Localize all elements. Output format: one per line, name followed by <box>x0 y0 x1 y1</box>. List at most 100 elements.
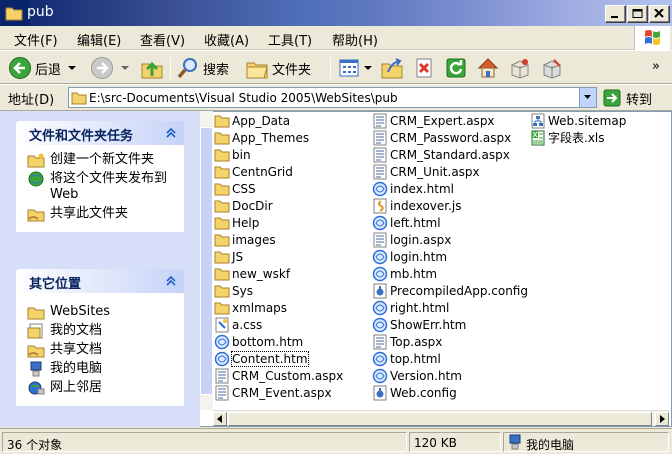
toolbar-separator <box>330 57 331 79</box>
file-item[interactable]: App_Themes <box>214 129 309 146</box>
task-new-folder[interactable]: 创建一个新文件夹 <box>27 152 177 168</box>
file-item[interactable]: CRM_Expert.aspx <box>372 112 495 129</box>
file-item[interactable]: Version.htm <box>372 367 462 384</box>
scroll-left-button[interactable] <box>213 412 227 426</box>
folders-button[interactable]: 文件夹 <box>245 55 311 81</box>
collapse-chevron-icon[interactable] <box>164 274 178 288</box>
move-to-button[interactable] <box>380 55 404 81</box>
address-input[interactable]: E:\src-Documents\Visual Studio 2005\WebS… <box>68 87 597 108</box>
folder-icon <box>214 249 230 265</box>
file-item[interactable]: bin <box>214 146 251 163</box>
place-websites[interactable]: WebSites <box>27 304 177 320</box>
search-button[interactable]: 搜索 <box>176 55 229 81</box>
aspx-file-icon <box>372 113 388 129</box>
file-item[interactable]: indexover.js <box>372 197 462 214</box>
file-name: CSS <box>232 181 256 196</box>
file-item[interactable]: Content.htm <box>214 350 309 367</box>
delete-icon <box>416 58 432 78</box>
place-my-computer[interactable]: 我的电脑 <box>27 361 177 377</box>
file-item[interactable]: CRM_Custom.aspx <box>214 367 343 384</box>
htm-file-icon <box>372 181 388 197</box>
file-item[interactable]: CRM_Password.aspx <box>372 129 511 146</box>
file-name: App_Data <box>232 113 291 128</box>
file-item[interactable]: right.html <box>372 299 449 316</box>
place-shared-documents[interactable]: 共享文档 <box>27 342 177 358</box>
chevron-down-icon[interactable] <box>120 63 130 73</box>
file-item[interactable]: Web.sitemap <box>530 112 626 129</box>
place-network[interactable]: 网上邻居 <box>27 380 177 396</box>
home-button[interactable] <box>476 55 500 81</box>
file-item[interactable]: login.htm <box>372 248 447 265</box>
file-item[interactable]: App_Data <box>214 112 290 129</box>
file-item[interactable]: Sys <box>214 282 253 299</box>
htm-file-icon <box>214 351 230 367</box>
file-item[interactable]: login.aspx <box>372 231 451 248</box>
file-item[interactable]: CSS <box>214 180 256 197</box>
close-button[interactable] <box>649 5 670 23</box>
file-item[interactable]: JS <box>214 248 243 265</box>
file-item[interactable]: DocDir <box>214 197 273 214</box>
properties-button[interactable] <box>508 55 532 81</box>
delete-button[interactable] <box>412 55 436 81</box>
up-folder-button[interactable] <box>140 55 164 81</box>
file-item[interactable]: bottom.htm <box>214 333 303 350</box>
panel-body: 创建一个新文件夹 将这个文件夹发布到 Web 共享此文件夹 <box>16 145 184 232</box>
menu-help[interactable]: 帮助(H) <box>332 30 378 49</box>
file-item[interactable]: mb.htm <box>372 265 437 282</box>
file-item[interactable]: PrecompiledApp.config <box>372 282 528 299</box>
file-tasks-panel: 文件和文件夹任务 创建一个新文件夹 将这个文件夹发布到 Web 共享此文件夹 <box>16 121 184 232</box>
back-button[interactable]: 后退 <box>8 55 77 81</box>
refresh-button[interactable] <box>444 55 468 81</box>
scroll-right-button[interactable] <box>655 412 669 426</box>
task-share-folder[interactable]: 共享此文件夹 <box>27 206 177 222</box>
file-item[interactable]: ShowErr.htm <box>372 316 466 333</box>
vertical-scrollbar[interactable] <box>200 111 213 410</box>
htm-file-icon <box>214 334 230 350</box>
file-list-view[interactable]: App_Data App_Themes bin CentnGrid CSS DocDir H… <box>200 111 672 427</box>
maximize-button[interactable] <box>627 5 648 23</box>
file-item[interactable]: a.css <box>214 316 262 333</box>
title-bar[interactable]: pub <box>0 0 672 26</box>
file-item[interactable]: xmlmaps <box>214 299 287 316</box>
file-item[interactable]: CRM_Standard.aspx <box>372 146 510 163</box>
file-item[interactable]: top.html <box>372 350 441 367</box>
toolbar-overflow[interactable]: » <box>652 53 660 79</box>
windows-logo <box>634 26 670 50</box>
file-item[interactable]: Help <box>214 214 259 231</box>
panel-header[interactable]: 其它位置 <box>16 269 184 293</box>
menu-edit[interactable]: 编辑(E) <box>77 30 121 49</box>
menu-file[interactable]: 文件(F) <box>14 30 58 49</box>
menu-favorites[interactable]: 收藏(A) <box>204 30 249 49</box>
file-item[interactable]: images <box>214 231 276 248</box>
go-button[interactable]: 转到 <box>603 88 652 108</box>
file-item[interactable]: new_wskf <box>214 265 290 282</box>
menu-view[interactable]: 查看(V) <box>140 30 185 49</box>
file-item[interactable]: CentnGrid <box>214 163 293 180</box>
place-my-documents[interactable]: 我的文档 <box>27 323 177 339</box>
file-item[interactable]: 字段表.xls <box>530 129 605 146</box>
address-dropdown-button[interactable] <box>579 88 596 107</box>
close-icon <box>654 9 664 18</box>
task-publish-web[interactable]: 将这个文件夹发布到 Web <box>27 171 177 203</box>
favorites-button[interactable] <box>540 55 564 81</box>
panel-header[interactable]: 文件和文件夹任务 <box>16 121 184 145</box>
forward-button[interactable] <box>90 55 130 81</box>
horizontal-scrollbar[interactable] <box>213 410 669 426</box>
file-name: bottom.htm <box>232 334 304 349</box>
config-file-icon <box>372 385 388 401</box>
chevron-down-icon[interactable] <box>363 63 373 73</box>
minimize-button[interactable] <box>605 5 626 23</box>
scroll-thumb[interactable] <box>228 412 652 426</box>
file-item[interactable]: left.html <box>372 214 441 231</box>
file-item[interactable]: CRM_Unit.aspx <box>372 163 480 180</box>
file-item[interactable]: Top.aspx <box>372 333 442 350</box>
menu-tools[interactable]: 工具(T) <box>268 30 312 49</box>
file-item[interactable]: CRM_Event.aspx <box>214 384 332 401</box>
place-label: 共享文档 <box>50 342 103 357</box>
file-item[interactable]: Web.config <box>372 384 457 401</box>
collapse-chevron-icon[interactable] <box>164 126 178 140</box>
chevron-down-icon[interactable] <box>67 63 77 73</box>
views-button[interactable] <box>337 55 373 81</box>
scroll-thumb[interactable] <box>200 127 213 395</box>
file-item[interactable]: index.html <box>372 180 454 197</box>
